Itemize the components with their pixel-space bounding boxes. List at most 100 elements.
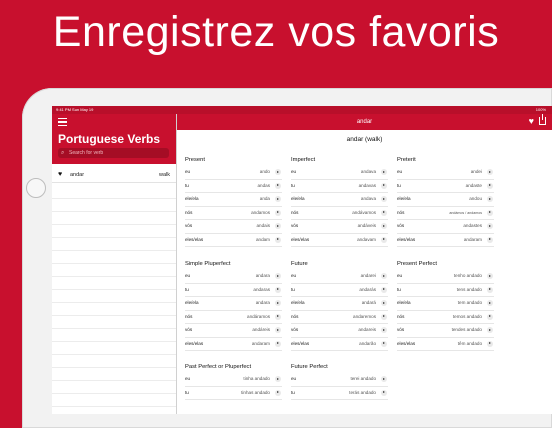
conjugation-row: eu tinha andado: [185, 373, 282, 387]
play-icon[interactable]: [487, 223, 493, 229]
sidebar-divider: [52, 198, 176, 199]
pronoun: eu: [291, 376, 297, 381]
pronoun: vós: [185, 327, 193, 332]
play-icon[interactable]: [381, 223, 387, 229]
play-icon[interactable]: [275, 182, 281, 189]
tense-title: Present Perfect: [397, 261, 437, 267]
play-icon[interactable]: [487, 169, 493, 175]
conjugation-row: eles/elas têm andado: [397, 338, 494, 351]
verb-form: andais: [256, 223, 270, 228]
play-icon[interactable]: [381, 327, 387, 333]
verb-form: tenho andado: [453, 273, 482, 278]
heart-icon[interactable]: ♥: [529, 116, 534, 126]
play-icon[interactable]: [381, 273, 387, 279]
play-icon[interactable]: [275, 376, 281, 382]
conjugation-row: vós andais: [185, 220, 282, 234]
sidebar-item-translation: walk: [158, 172, 170, 178]
play-icon[interactable]: [275, 196, 281, 202]
play-icon[interactable]: [275, 327, 281, 333]
pronoun: ele/ela: [291, 196, 305, 201]
tense-block: Past Perfect or Pluperfect eu tinha andado…: [185, 361, 282, 400]
play-icon[interactable]: [487, 286, 493, 293]
play-icon[interactable]: [487, 300, 493, 306]
conjugation-row: nós andaremos: [291, 311, 388, 324]
play-icon[interactable]: [381, 389, 387, 396]
play-icon[interactable]: [275, 169, 281, 175]
sidebar-divider: [52, 250, 176, 251]
play-icon[interactable]: [381, 236, 387, 243]
sidebar-divider: [52, 302, 176, 303]
play-icon[interactable]: [381, 300, 387, 306]
pronoun: tu: [397, 182, 401, 188]
play-icon[interactable]: [487, 236, 493, 243]
tense-title: Past Perfect or Pluperfect: [185, 364, 252, 370]
conjugation-row: ele/ela andara: [185, 297, 282, 311]
verb-form: anda: [259, 196, 270, 201]
play-icon[interactable]: [381, 286, 387, 293]
pronoun: eles/elas: [397, 340, 416, 346]
play-icon[interactable]: [487, 196, 493, 202]
play-icon[interactable]: [275, 209, 281, 216]
pronoun: ele/ela: [185, 300, 199, 305]
conjugation-row: tu andarás: [291, 284, 388, 297]
verb-form: andámos / andamos: [449, 210, 482, 215]
play-icon[interactable]: [381, 313, 387, 320]
conjugation-row: tu andas: [185, 180, 282, 193]
verb-form: andamos: [251, 209, 270, 215]
tense-block: Preterit eu andei tu andaste ele/ela andou nós a…: [397, 154, 494, 247]
play-icon[interactable]: [487, 182, 493, 189]
verb-form: tem andado: [457, 300, 482, 305]
play-icon[interactable]: [275, 236, 281, 243]
share-icon[interactable]: [539, 114, 546, 125]
play-icon[interactable]: [381, 169, 387, 175]
pronoun: eles/elas: [185, 236, 204, 242]
play-icon[interactable]: [275, 313, 281, 320]
sidebar-divider: [52, 289, 176, 290]
sidebar: Portuguese Verbs ⌕ Search for verb ♥ and…: [52, 114, 177, 414]
play-icon[interactable]: [275, 286, 281, 293]
play-icon[interactable]: [487, 327, 493, 333]
tense-title: Simple Pluperfect: [185, 261, 231, 267]
pronoun: tu: [397, 286, 401, 292]
conjugation-row: tu andaste: [397, 180, 494, 193]
verb-form: tinha andado: [243, 376, 270, 381]
conjugation-row: eles/elas andam: [185, 234, 282, 247]
play-icon[interactable]: [275, 389, 281, 396]
verb-form: andara: [255, 300, 270, 305]
conjugation-row: vós andáveis: [291, 220, 388, 234]
verb-form: tens andado: [456, 286, 482, 292]
play-icon[interactable]: [275, 223, 281, 229]
pronoun: vós: [291, 223, 299, 228]
play-icon[interactable]: [487, 209, 493, 216]
play-icon[interactable]: [275, 300, 281, 306]
hamburger-icon[interactable]: [58, 118, 67, 126]
pronoun: eles/elas: [291, 236, 310, 242]
play-icon[interactable]: [381, 196, 387, 202]
verb-form: andáreis: [252, 327, 270, 332]
verb-form: terás andado: [349, 389, 376, 395]
play-icon[interactable]: [487, 313, 493, 320]
verb-form: andáramos: [247, 313, 270, 319]
conjugation-row: tu tinhas andado: [185, 387, 282, 400]
play-icon[interactable]: [381, 209, 387, 216]
play-icon[interactable]: [275, 340, 281, 347]
verb-form: temos andado: [452, 313, 482, 319]
pronoun: tu: [291, 286, 295, 292]
play-icon[interactable]: [381, 340, 387, 347]
verb-form: andas: [257, 182, 270, 188]
sidebar-item-andar[interactable]: ♥ andar walk: [52, 168, 176, 183]
play-icon[interactable]: [275, 273, 281, 279]
search-field[interactable]: ⌕ Search for verb: [58, 148, 169, 158]
conjugation-row: eles/elas andaram: [185, 338, 282, 351]
verb-form: andara: [255, 273, 270, 278]
play-icon[interactable]: [487, 273, 493, 279]
pronoun: nós: [291, 313, 299, 319]
verb-form: andei: [470, 169, 482, 174]
play-icon[interactable]: [487, 340, 493, 347]
conjugation-row: ele/ela tem andado: [397, 297, 494, 311]
pronoun: ele/ela: [291, 300, 305, 305]
play-icon[interactable]: [381, 376, 387, 382]
conjugation-row: tu terás andado: [291, 387, 388, 400]
play-icon[interactable]: [381, 182, 387, 189]
verb-form: andarei: [360, 273, 376, 278]
